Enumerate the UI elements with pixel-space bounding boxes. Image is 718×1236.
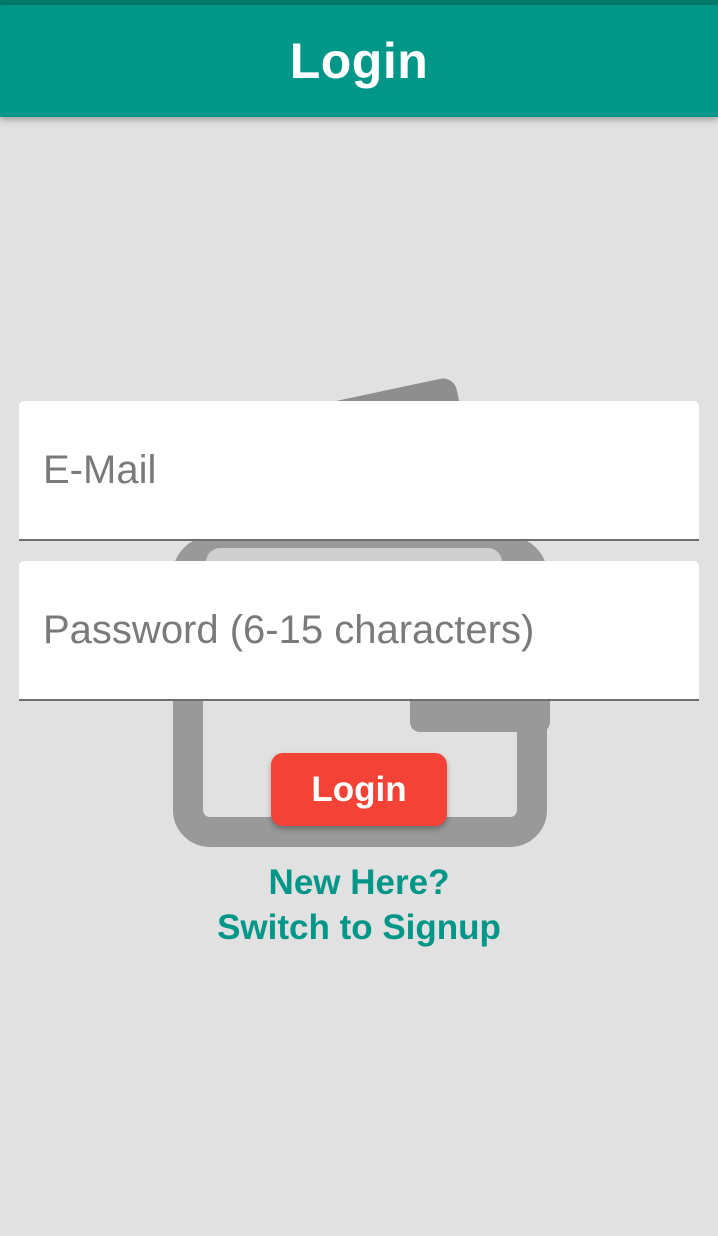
password-field[interactable]	[19, 561, 699, 701]
switch-link-line-1: New Here?	[268, 863, 450, 902]
page-title: Login	[289, 33, 429, 89]
email-input[interactable]	[43, 401, 675, 539]
email-field[interactable]	[19, 401, 699, 541]
login-button[interactable]: Login	[271, 753, 447, 826]
password-input[interactable]	[43, 561, 675, 699]
switch-link-line-2: Switch to Signup	[217, 908, 501, 947]
app-bar: Login	[0, 5, 718, 117]
switch-to-signup-link[interactable]: New Here? Switch to Signup	[159, 860, 559, 950]
